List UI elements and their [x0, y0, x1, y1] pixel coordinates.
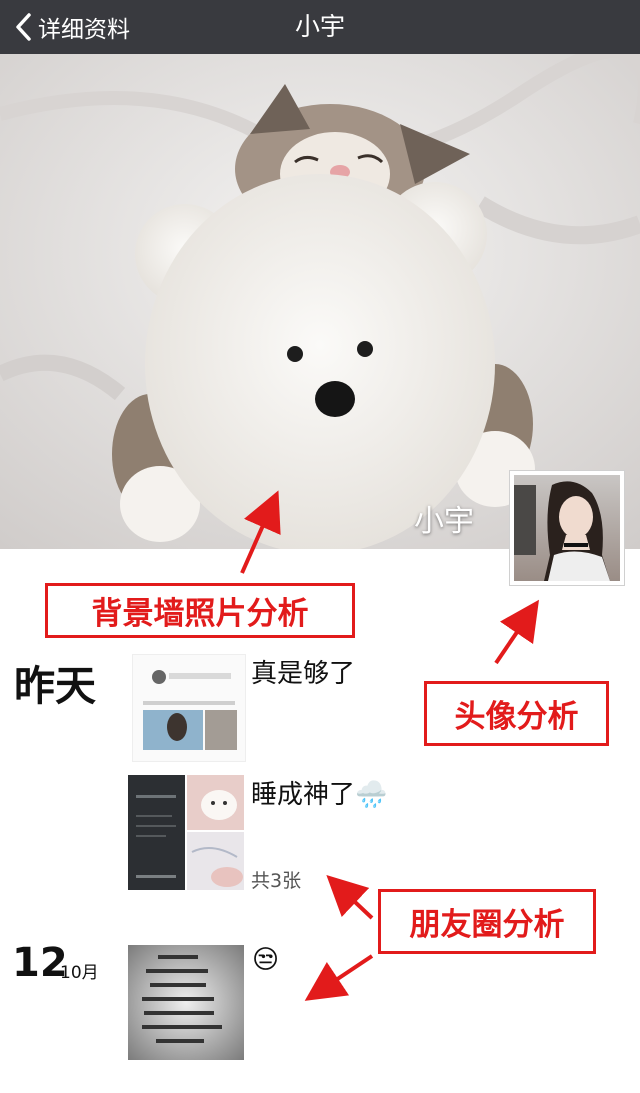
- moment-thumbnail-image: [187, 775, 244, 830]
- arrow-to-moment: [304, 954, 374, 1001]
- moment-thumbnail[interactable]: [187, 775, 244, 830]
- moment-text: 真是够了: [251, 659, 356, 689]
- annotation-avatar-analysis: 头像分析: [424, 681, 609, 746]
- moment-thumbnail-image: [187, 832, 244, 890]
- page-title: 小宇: [294, 12, 345, 41]
- nav-bar: 详细资料 小宇: [0, 0, 640, 54]
- moment-thumbnail-image: [128, 775, 185, 890]
- avatar[interactable]: [509, 470, 625, 586]
- annotation-cover-analysis: 背景墙照片分析: [45, 583, 355, 638]
- moment-thumbnail[interactable]: [132, 654, 246, 762]
- moment-date: 昨天: [14, 662, 96, 710]
- annotation-moments-analysis: 朋友圈分析: [378, 889, 596, 954]
- moment-thumbnail[interactable]: [187, 832, 244, 890]
- avatar-image: [514, 475, 620, 581]
- arrow-to-avatar: [494, 599, 539, 665]
- moment-text: 睡成神了🌧️: [251, 780, 388, 810]
- moment-thumbnail[interactable]: [128, 775, 185, 890]
- moment-text: 😒: [252, 945, 280, 975]
- arrow-to-photo-count: [326, 875, 374, 920]
- moment-thumbnail-image: [128, 945, 244, 1060]
- photo-count[interactable]: 共3张: [251, 866, 301, 893]
- cover-username: 小宇: [414, 504, 474, 539]
- moment-thumbnail-image: [143, 670, 237, 750]
- moment-thumbnail[interactable]: [128, 945, 244, 1060]
- moment-date-month: 10月: [60, 963, 99, 983]
